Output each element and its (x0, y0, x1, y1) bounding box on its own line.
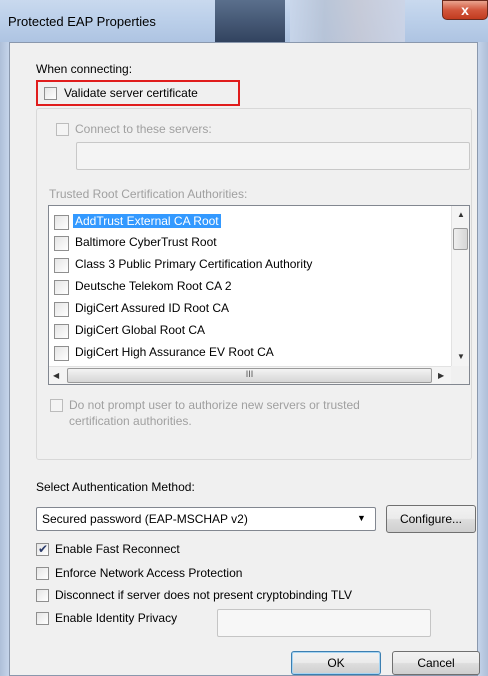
list-item-label[interactable]: DigiCert Global Root CA (73, 323, 207, 337)
scroll-corner (451, 366, 469, 384)
vertical-scroll-thumb[interactable] (453, 228, 468, 250)
no-prompt-label-line2[interactable]: certification authorities. (69, 414, 192, 428)
close-icon: x (461, 2, 469, 18)
nap-checkbox[interactable] (36, 567, 49, 580)
ok-button[interactable]: OK (291, 651, 381, 675)
connect-servers-checkbox[interactable] (56, 123, 69, 136)
fast-reconnect-label[interactable]: Enable Fast Reconnect (55, 542, 180, 556)
trusted-root-label: Trusted Root Certification Authorities: (49, 187, 248, 201)
fast-reconnect-checkbox[interactable] (36, 542, 49, 556)
configure-button[interactable]: Configure... (386, 505, 476, 533)
list-item-checkbox[interactable] (54, 280, 69, 295)
list-item[interactable]: Deutsche Telekom Root CA 2 (49, 276, 449, 297)
validate-cert-checkbox[interactable] (44, 87, 57, 100)
list-item[interactable]: AddTrust External CA Root (49, 211, 449, 232)
connect-servers-label[interactable]: Connect to these servers: (75, 122, 212, 136)
list-item-checkbox[interactable] (54, 236, 69, 251)
no-prompt-label-line1[interactable]: Do not prompt user to authorize new serv… (69, 398, 360, 412)
cancel-button[interactable]: Cancel (392, 651, 480, 675)
title-bar-glass (215, 0, 285, 42)
scroll-right-icon[interactable]: ▶ (438, 371, 444, 380)
list-item-checkbox[interactable] (54, 324, 69, 339)
list-item-label[interactable]: Baltimore CyberTrust Root (73, 235, 219, 249)
list-item-checkbox[interactable] (54, 346, 69, 361)
list-item-label[interactable]: DigiCert High Assurance EV Root CA (73, 345, 276, 359)
scroll-up-icon[interactable]: ▲ (457, 210, 465, 219)
title-bar-glass (290, 0, 405, 42)
auth-method-label: Select Authentication Method: (36, 480, 195, 494)
list-item[interactable]: Baltimore CyberTrust Root (49, 232, 449, 253)
list-item[interactable]: DigiCert High Assurance EV Root CA (49, 342, 449, 363)
list-item[interactable]: DigiCert Global Root CA (49, 320, 449, 341)
window-frame-right (478, 42, 488, 676)
auth-method-value: Secured password (EAP-MSCHAP v2) (42, 512, 248, 526)
auth-method-select[interactable]: Secured password (EAP-MSCHAP v2) ▼ (36, 507, 376, 531)
nap-label[interactable]: Enforce Network Access Protection (55, 566, 242, 580)
horizontal-scrollbar[interactable]: ◀ III ▶ (49, 366, 451, 384)
close-button[interactable]: x (442, 0, 488, 20)
validate-cert-label[interactable]: Validate server certificate (64, 86, 198, 100)
cryptobinding-checkbox[interactable] (36, 589, 49, 602)
list-item[interactable]: Class 3 Public Primary Certification Aut… (49, 254, 449, 275)
chevron-down-icon: ▼ (357, 513, 366, 523)
trusted-root-list[interactable]: AddTrust External CA Root Baltimore Cybe… (48, 205, 470, 385)
grip-icon: III (245, 369, 254, 379)
vertical-scrollbar[interactable]: ▲ ▼ (451, 206, 469, 366)
scroll-left-icon[interactable]: ◀ (53, 371, 59, 380)
window-title: Protected EAP Properties (8, 14, 156, 29)
list-item-label[interactable]: AddTrust External CA Root (73, 214, 221, 228)
no-prompt-checkbox[interactable] (50, 399, 63, 412)
scroll-down-icon[interactable]: ▼ (457, 352, 465, 361)
list-item[interactable]: DigiCert Assured ID Root CA (49, 298, 449, 319)
when-connecting-label: When connecting: (36, 62, 133, 76)
list-item-checkbox[interactable] (54, 302, 69, 317)
window-frame-left (0, 42, 9, 676)
servers-input[interactable] (76, 142, 470, 170)
list-item-label[interactable]: Deutsche Telekom Root CA 2 (73, 279, 234, 293)
list-item-checkbox[interactable] (54, 258, 69, 273)
horizontal-scroll-thumb[interactable]: III (67, 368, 432, 383)
cryptobinding-label[interactable]: Disconnect if server does not present cr… (55, 588, 352, 602)
identity-privacy-input[interactable] (217, 609, 431, 637)
list-item-label[interactable]: DigiCert Assured ID Root CA (73, 301, 231, 315)
list-item-label[interactable]: Class 3 Public Primary Certification Aut… (73, 257, 314, 271)
identity-privacy-checkbox[interactable] (36, 612, 49, 625)
identity-privacy-label[interactable]: Enable Identity Privacy (55, 611, 177, 625)
list-item-checkbox[interactable] (54, 215, 69, 230)
